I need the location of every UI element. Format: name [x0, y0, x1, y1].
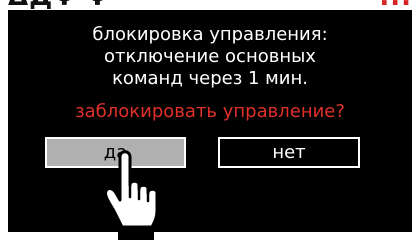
message-line-2: отключение основных: [104, 46, 316, 67]
dialog-question: заблокировать управление?: [75, 101, 345, 122]
cropped-header-text: ΔДΨ Ψ ...: [8, 0, 412, 10]
dialog-message: блокировка управления: отключение основн…: [8, 24, 412, 90]
pointing-hand-icon: [104, 150, 159, 240]
cropped-header-right: ...: [379, 0, 412, 10]
message-line-1: блокировка управления:: [92, 24, 328, 45]
cropped-header-left: ΔДΨ Ψ: [8, 0, 110, 10]
screenshot-page: ΔДΨ Ψ ... блокировка управления: отключе…: [0, 0, 420, 240]
no-button[interactable]: нет: [218, 137, 360, 168]
control-lock-dialog: блокировка управления: отключение основн…: [8, 10, 412, 232]
message-line-3: команд через 1 мин.: [112, 68, 308, 89]
